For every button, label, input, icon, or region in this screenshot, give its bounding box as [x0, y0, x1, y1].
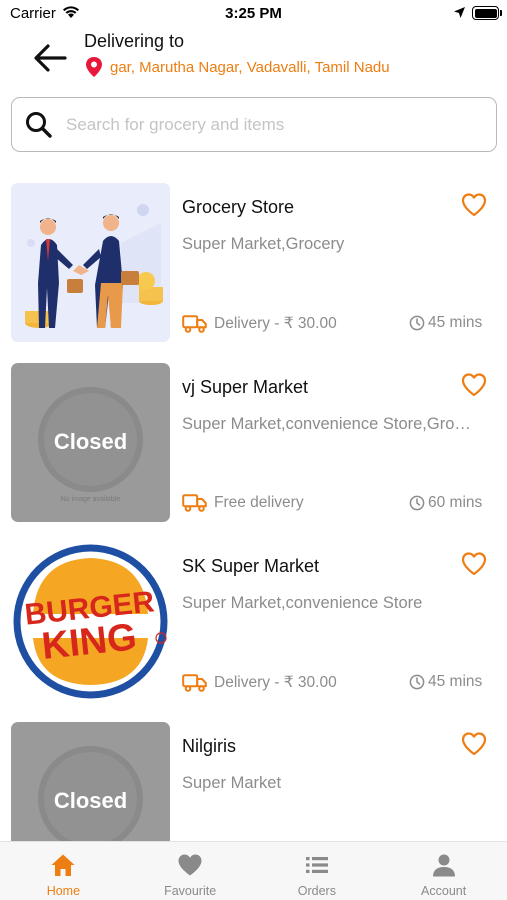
status-bar: Carrier 3:25 PM	[0, 0, 507, 28]
delivery-address[interactable]: gar, Marutha Nagar, Vadavalli, Tamil Nad…	[84, 56, 390, 78]
tab-account[interactable]: Account	[380, 842, 507, 900]
store-categories: Super Market,convenience Store	[182, 594, 423, 612]
delivery-time-text: 60 mins	[428, 494, 483, 511]
closed-label: Closed	[53, 788, 128, 813]
delivery-info: Delivery - ₹ 30.00	[182, 673, 337, 692]
closed-label: Closed	[53, 429, 128, 454]
store-card[interactable]: Grocery Store Super Market,Grocery Deliv…	[0, 183, 507, 343]
clock-icon	[409, 674, 425, 690]
store-categories: Super Market	[182, 774, 282, 792]
clock-time: 3:25 PM	[225, 5, 282, 22]
tab-label: Home	[46, 884, 81, 898]
clock-icon	[409, 315, 425, 331]
search-icon	[26, 112, 52, 138]
tab-label: Account	[421, 884, 467, 898]
delivery-fee: Delivery - ₹ 30.00	[214, 315, 337, 332]
delivery-info: Delivery - ₹ 30.00	[182, 314, 337, 333]
address-text: gar, Marutha Nagar, Vadavalli, Tamil Nad…	[110, 58, 390, 76]
battery-tip	[500, 10, 502, 16]
back-button[interactable]	[28, 38, 72, 78]
tab-home[interactable]: Home	[0, 842, 127, 900]
delivery-time: 45 mins	[409, 673, 482, 691]
battery-icon	[472, 6, 499, 20]
store-card[interactable]: BURGER KING SK Super Market Super Market…	[0, 542, 507, 702]
favourite-heart-icon[interactable]	[460, 730, 488, 758]
truck-icon	[182, 494, 207, 512]
list-icon	[305, 857, 328, 873]
placeholder-caption: No image available	[60, 496, 121, 503]
clock-icon	[409, 495, 425, 511]
store-name: Grocery Store	[182, 197, 295, 217]
store-name: vj Super Market	[182, 377, 309, 397]
favourite-heart-icon[interactable]	[460, 550, 488, 578]
tab-orders[interactable]: Orders	[254, 842, 381, 900]
bottom-tab-bar: Home Favourite Orders Account	[0, 841, 507, 900]
person-icon	[432, 854, 455, 877]
delivery-fee: Free delivery	[214, 494, 304, 511]
delivering-to-label: Delivering to	[84, 31, 185, 51]
delivery-time: 45 mins	[409, 314, 482, 332]
home-icon	[51, 854, 75, 876]
handshake-illustration	[11, 183, 170, 342]
delivery-time: 60 mins	[409, 494, 482, 512]
truck-icon	[182, 314, 207, 333]
location-arrow-icon	[454, 7, 465, 18]
back-arrow-icon	[34, 44, 67, 72]
store-categories: Super Market,convenience Store,Gro…	[182, 415, 471, 433]
tab-favourite[interactable]: Favourite	[127, 842, 254, 900]
store-image	[11, 183, 170, 342]
delivery-info: Free delivery	[182, 494, 304, 512]
tab-label: Favourite	[164, 884, 217, 898]
heart-icon	[178, 854, 202, 876]
store-image: No image available Closed	[11, 363, 170, 522]
favourite-heart-icon[interactable]	[460, 191, 488, 219]
location-pin-icon	[86, 57, 102, 77]
store-name: SK Super Market	[182, 556, 320, 576]
delivery-time-text: 45 mins	[428, 314, 483, 331]
delivery-time-text: 45 mins	[428, 673, 483, 690]
truck-icon	[182, 673, 207, 692]
delivery-fee: Delivery - ₹ 30.00	[214, 674, 337, 691]
search-bar[interactable]	[11, 97, 497, 152]
burger-king-logo: BURGER KING	[13, 544, 168, 699]
tab-label: Orders	[297, 884, 336, 898]
header: Delivering to gar, Marutha Nagar, Vadava…	[0, 28, 507, 88]
store-categories: Super Market,Grocery	[182, 235, 345, 253]
store-image: BURGER KING	[11, 542, 170, 701]
store-card[interactable]: No image available Closed vj Super Marke…	[0, 363, 507, 523]
search-input[interactable]	[66, 108, 486, 142]
store-name: Nilgiris	[182, 736, 236, 756]
favourite-heart-icon[interactable]	[460, 371, 488, 399]
